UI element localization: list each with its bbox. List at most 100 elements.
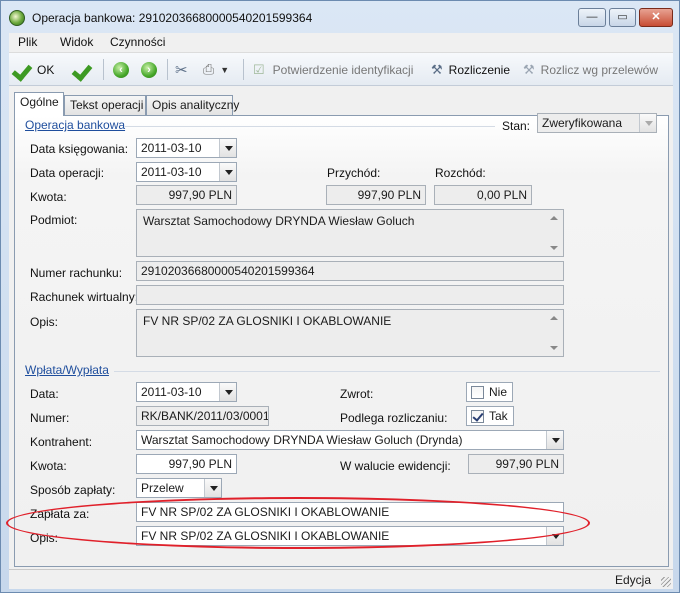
chevron-down-icon[interactable]: [546, 527, 563, 545]
base-currency-label: W walucie ewidencji:: [340, 459, 451, 473]
status-mode: Edycja: [614, 573, 651, 587]
menu-item-view[interactable]: Widok: [60, 35, 93, 49]
expense-label: Rozchód:: [435, 166, 486, 180]
operation-date-value: 2011-03-10: [141, 165, 202, 179]
operation-date-field[interactable]: 2011-03-10: [136, 162, 237, 182]
save-and-close-button[interactable]: [73, 59, 93, 80]
settlement-icon: ⚒: [431, 61, 443, 77]
income-label: Przychód:: [327, 166, 381, 180]
toolbar-separator: [167, 59, 168, 80]
settle-checkbox-label: Tak: [489, 409, 508, 423]
description-scrollbar[interactable]: [546, 310, 563, 356]
return-checkbox-box[interactable]: [471, 385, 484, 399]
contractor-value: Warsztat Samochodowy DRYNDA Wiesław Golu…: [141, 433, 463, 447]
chevron-down-icon[interactable]: [546, 431, 563, 449]
section-title-payment: Wpłata/Wypłata: [25, 363, 109, 377]
arrow-left-icon: ‹: [113, 61, 129, 78]
section-divider: [114, 371, 660, 372]
settle-transfers-icon: ⚒: [523, 61, 535, 77]
payment-for-label: Zapłata za:: [30, 507, 90, 521]
payment-description-field[interactable]: FV NR SP/02 ZA GLOSNIKI I OKABLOWANIE: [136, 526, 564, 546]
chevron-down-icon[interactable]: [219, 383, 236, 401]
tools-button[interactable]: ✂: [175, 59, 188, 80]
payment-date-value: 2011-03-10: [141, 385, 202, 399]
settle-checkbox[interactable]: Tak: [466, 406, 514, 426]
check-icon: [13, 61, 33, 79]
minimize-button[interactable]: —: [578, 8, 606, 27]
chevron-down-icon[interactable]: [219, 163, 236, 181]
document-check-icon: ☑: [253, 61, 265, 77]
toolbar-separator: [103, 59, 104, 80]
menu-bar: Plik Widok Czynności: [9, 33, 673, 53]
title-bar: Operacja bankowa: 2910203668000054020159…: [1, 1, 679, 33]
entity-textarea: Warsztat Samochodowy DRYNDA Wiesław Golu…: [136, 209, 564, 257]
tab-operation-text[interactable]: Tekst operacji: [64, 95, 146, 115]
settlement-button[interactable]: ⚒ Rozliczenie: [431, 59, 510, 80]
booking-date-label: Data księgowania:: [30, 142, 129, 156]
account-number-field: 29102036680000540201599364: [136, 261, 564, 281]
tab-analytic-description[interactable]: Opis analityczny: [146, 95, 239, 115]
base-currency-field: 997,90 PLN: [468, 454, 564, 474]
return-label: Zwrot:: [340, 387, 374, 401]
print-button[interactable]: ⎙ ▼: [203, 59, 229, 80]
settlement-label: Rozliczenie: [448, 62, 511, 77]
window-title: Operacja bankowa: 2910203668000054020159…: [32, 11, 313, 25]
bank-description-textarea: FV NR SP/02 ZA GLOSNIKI I OKABLOWANIE: [136, 309, 564, 357]
payment-method-label: Sposób zapłaty:: [30, 483, 116, 497]
return-checkbox[interactable]: Nie: [466, 382, 513, 402]
confirm-identification-label: Potwierdzenie identyfikacji: [272, 62, 414, 77]
settle-checkbox-box[interactable]: [471, 409, 484, 423]
tools-icon: ✂: [175, 61, 188, 79]
ok-button[interactable]: OK: [13, 59, 54, 80]
close-button[interactable]: ✕: [639, 8, 673, 27]
ok-label: OK: [37, 62, 55, 77]
content-area: Ogólne Tekst operacji Opis analityczny O…: [9, 86, 673, 569]
confirm-identification-button[interactable]: ☑ Potwierdzenie identyfikacji: [253, 59, 413, 80]
app-icon: [9, 10, 25, 26]
menu-item-actions[interactable]: Czynności: [110, 35, 165, 49]
return-checkbox-label: Nie: [489, 385, 508, 399]
payment-amount-label: Kwota:: [30, 459, 67, 473]
payment-method-value: Przelew: [141, 481, 184, 495]
bank-description-value: FV NR SP/02 ZA GLOSNIKI I OKABLOWANIE: [143, 314, 392, 328]
status-select[interactable]: Zweryfikowana: [537, 113, 657, 133]
virtual-account-label: Rachunek wirtualny:: [30, 290, 139, 304]
expense-field: 0,00 PLN: [434, 185, 532, 205]
contractor-field[interactable]: Warsztat Samochodowy DRYNDA Wiesław Golu…: [136, 430, 564, 450]
next-button[interactable]: ›: [141, 59, 157, 80]
maximize-button[interactable]: ▭: [609, 8, 636, 27]
account-number-label: Numer rachunku:: [30, 266, 123, 280]
entity-scrollbar[interactable]: [546, 210, 563, 256]
status-value: Zweryfikowana: [542, 116, 623, 130]
tab-general[interactable]: Ogólne: [14, 92, 64, 116]
chevron-down-icon: [639, 114, 656, 132]
chevron-down-icon[interactable]: [204, 479, 221, 497]
payment-number-label: Numer:: [30, 411, 70, 425]
settle-label: Podlega rozliczaniu:: [340, 411, 448, 425]
general-panel: Operacja bankowa Stan: Zweryfikowana Dat…: [14, 113, 669, 567]
chevron-down-icon[interactable]: [219, 139, 236, 157]
section-divider: [125, 126, 495, 127]
entity-label: Podmiot:: [30, 213, 78, 227]
previous-button[interactable]: ‹: [113, 59, 129, 80]
income-field: 997,90 PLN: [326, 185, 426, 205]
payment-for-field[interactable]: FV NR SP/02 ZA GLOSNIKI I OKABLOWANIE: [136, 502, 564, 522]
settle-by-transfers-button[interactable]: ⚒ Rozlicz wg przelewów: [523, 59, 658, 80]
virtual-account-field: [136, 285, 564, 305]
toolbar-separator: [243, 59, 244, 80]
payment-date-field[interactable]: 2011-03-10: [136, 382, 237, 402]
chevron-down-icon: ▼: [220, 64, 230, 75]
menu-item-file[interactable]: Plik: [18, 35, 37, 49]
payment-description-label: Opis:: [30, 531, 59, 545]
main-window: Operacja bankowa: 2910203668000054020159…: [0, 0, 680, 593]
payment-amount-field[interactable]: 997,90 PLN: [136, 454, 237, 474]
resize-grip[interactable]: [661, 577, 671, 587]
booking-date-field[interactable]: 2011-03-10: [136, 138, 237, 158]
payment-method-select[interactable]: Przelew: [136, 478, 222, 498]
settle-by-transfers-label: Rozlicz wg przelewów: [540, 62, 659, 77]
toolbar: OK ‹ › ✂ ⎙ ▼ ☑ Potwierdzenie identyfikac…: [9, 53, 673, 86]
operation-date-label: Data operacji:: [30, 166, 105, 180]
entity-value: Warsztat Samochodowy DRYNDA Wiesław Golu…: [143, 214, 415, 228]
amount-label: Kwota:: [30, 190, 67, 204]
status-label: Stan:: [502, 119, 531, 133]
